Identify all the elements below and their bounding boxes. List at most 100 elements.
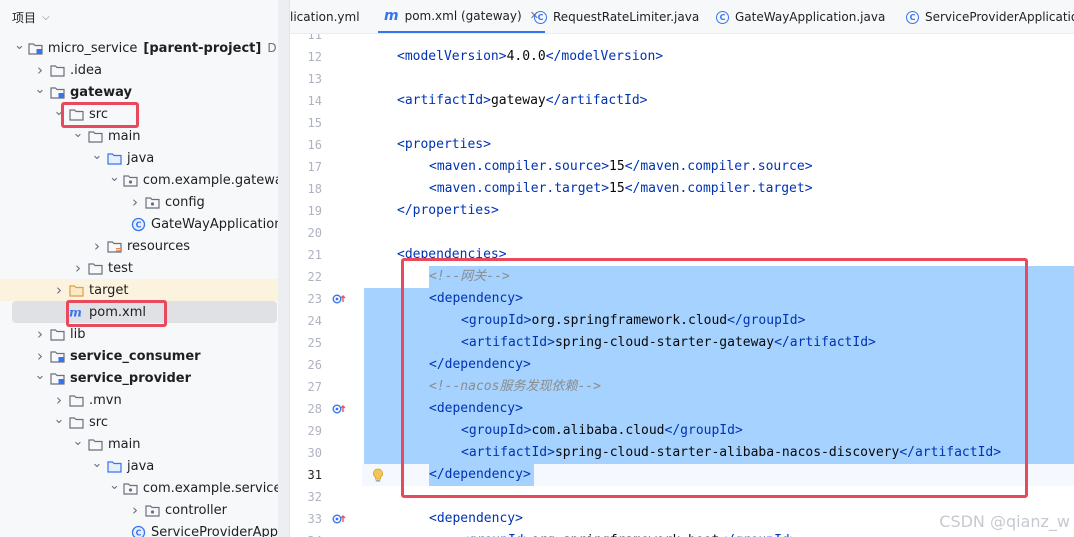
package-icon xyxy=(145,196,160,209)
xml-text: org.springframework.cloud xyxy=(531,313,728,328)
chevron-down-icon[interactable]: ⌄ xyxy=(71,126,85,141)
code-line: <maven.compiler.source>15</maven.compile… xyxy=(429,156,813,178)
tree-item[interactable]: ⌄ micro_service [parent-project] D:\micr xyxy=(0,37,278,59)
folder-icon xyxy=(88,130,103,143)
editor-tab-label: RequestRateLimiter.java xyxy=(553,10,700,24)
code-editor[interactable]: 11 12 13 14 15 16 17 18 19 20 21 22 23 24 25 26 27 28 29 30… xyxy=(290,34,1074,537)
chevron-right-icon[interactable]: › xyxy=(33,347,47,365)
chevron-right-icon[interactable]: › xyxy=(128,501,142,519)
xml-tag: artifactId xyxy=(404,93,484,108)
chevron-down-icon[interactable]: ⌄ xyxy=(52,412,66,427)
chevron-down-icon[interactable]: ⌄ xyxy=(90,456,104,471)
tree-item[interactable]: › service_consumer xyxy=(0,345,278,367)
tree-item[interactable]: › resources xyxy=(0,235,278,257)
tree-item[interactable]: ⌄ main xyxy=(0,125,278,147)
xml-tag: maven.compiler.source xyxy=(640,159,805,174)
xml-tag: > xyxy=(601,181,610,196)
tree-item-label: resources xyxy=(127,238,191,254)
code-line: <!--nacos服务发现依赖--> xyxy=(429,376,601,398)
editor-tab[interactable]: lication.yml xyxy=(290,0,366,33)
editor-tab[interactable]: C GateWayApplication.java xyxy=(710,0,891,33)
chevron-down-icon[interactable]: ⌄ xyxy=(14,38,25,53)
xml-tag: > xyxy=(498,247,507,262)
chevron-right-icon[interactable]: › xyxy=(90,237,104,255)
xml-tag: < xyxy=(397,247,405,262)
tree-item[interactable]: › target xyxy=(0,279,278,301)
chevron-right-icon[interactable]: › xyxy=(71,259,85,277)
package-icon xyxy=(123,174,138,187)
chevron-right-icon[interactable]: › xyxy=(128,193,142,211)
tree-item[interactable]: ⌄ src xyxy=(0,103,278,125)
chevron-down-icon[interactable]: ⌄ xyxy=(109,478,120,493)
xml-tag: > xyxy=(498,49,507,64)
chevron-down-icon[interactable]: ⌄ xyxy=(109,170,120,185)
chevron-down-icon[interactable]: ⌄ xyxy=(33,368,47,383)
xml-comment: <!--nacos服务发现依赖--> xyxy=(429,379,601,394)
tree-item[interactable]: ⌄ main xyxy=(0,433,278,455)
tree-item-label: test xyxy=(108,260,133,276)
maven-dependency-gutter-icon[interactable] xyxy=(332,508,348,530)
chevron-down-icon[interactable]: ⌄ xyxy=(52,104,66,119)
tree-item[interactable]: ⌄ gateway xyxy=(0,81,278,103)
line-number: 26 xyxy=(307,358,322,372)
chevron-down-icon[interactable]: ⌄ xyxy=(71,434,85,449)
chevron-right-icon[interactable]: › xyxy=(33,325,47,343)
panel-scrollbar[interactable] xyxy=(278,0,290,537)
tree-item[interactable]: › lib xyxy=(0,323,278,345)
chevron-down-icon[interactable]: ⌄ xyxy=(33,82,47,97)
code-line: <groupId>org.springframework.cloud</grou… xyxy=(461,310,805,332)
tree-item[interactable]: ⌄ com.example.service_p xyxy=(0,477,278,499)
chevron-right-icon[interactable]: › xyxy=(52,391,66,409)
code-line: <groupId>com.alibaba.cloud</groupId> xyxy=(461,420,743,442)
editor-tab[interactable]: C RequestRateLimiter.java xyxy=(528,0,705,33)
xml-text: 15 xyxy=(609,181,625,196)
tree-item[interactable]: ⌄ src xyxy=(0,411,278,433)
line-number: 31 xyxy=(307,468,322,482)
xml-text: 4.0.0 xyxy=(506,49,546,64)
tree-item[interactable]: C GateWayApplication xyxy=(0,213,278,235)
editor-tab[interactable]: m pom.xml (gateway) ✕ xyxy=(378,0,545,33)
editor-tab-label: GateWayApplication.java xyxy=(735,10,886,24)
chevron-right-icon[interactable]: › xyxy=(33,61,47,79)
xml-tag: > xyxy=(547,335,555,350)
xml-tag: < xyxy=(461,445,469,460)
code-line: <groupId>org.springframework.boot</group… xyxy=(461,530,798,537)
svg-text:C: C xyxy=(136,220,142,229)
res-folder-icon xyxy=(107,240,122,253)
maven-dependency-gutter-icon[interactable] xyxy=(332,288,348,310)
folder-icon xyxy=(50,64,65,77)
tree-item[interactable]: › controller xyxy=(0,499,278,521)
tree-item[interactable]: › test xyxy=(0,257,278,279)
tree-item[interactable]: m pom.xml xyxy=(12,301,277,323)
package-icon xyxy=(123,482,138,495)
xml-tag: < xyxy=(429,511,437,526)
line-number-gutter: 11 12 13 14 15 16 17 18 19 20 21 22 23 24 25 26 27 28 29 30… xyxy=(290,34,362,537)
line-number: 18 xyxy=(307,182,322,196)
xml-tag: </ xyxy=(429,467,445,482)
src-folder-icon xyxy=(107,460,122,473)
tree-item[interactable]: › .idea xyxy=(0,59,278,81)
code-line: <dependency> xyxy=(429,288,523,310)
editor-tab[interactable]: C ServiceProviderApplication xyxy=(900,0,1074,33)
tree-item[interactable]: ⌄ java xyxy=(0,455,278,477)
xml-tag: groupId xyxy=(469,533,524,537)
tree-item-label: config xyxy=(165,194,205,210)
project-panel-header[interactable]: 项目 ⌵ xyxy=(0,0,278,34)
line-number: 13 xyxy=(307,72,322,86)
tree-item[interactable]: ⌄ service_provider xyxy=(0,367,278,389)
lightbulb-icon[interactable] xyxy=(370,464,386,486)
tree-item[interactable]: › .mvn xyxy=(0,389,278,411)
chevron-down-icon[interactable]: ⌵ xyxy=(42,12,50,23)
tree-item[interactable]: ⌄ java xyxy=(0,147,278,169)
maven-dependency-gutter-icon[interactable] xyxy=(332,398,348,420)
chevron-right-icon[interactable]: › xyxy=(52,281,66,299)
tree-item[interactable]: ⌄ com.example.gateway xyxy=(0,169,278,191)
tree-item[interactable]: C ServiceProviderApp xyxy=(0,521,278,537)
watermark: CSDN @qianz_w xyxy=(939,512,1070,531)
line-number: 24 xyxy=(307,314,322,328)
line-number: 11 xyxy=(307,34,322,42)
chevron-down-icon[interactable]: ⌄ xyxy=(90,148,104,163)
code-line: </dependency> xyxy=(429,464,531,486)
xml-tag: > xyxy=(868,335,876,350)
tree-item[interactable]: › config xyxy=(0,191,278,213)
